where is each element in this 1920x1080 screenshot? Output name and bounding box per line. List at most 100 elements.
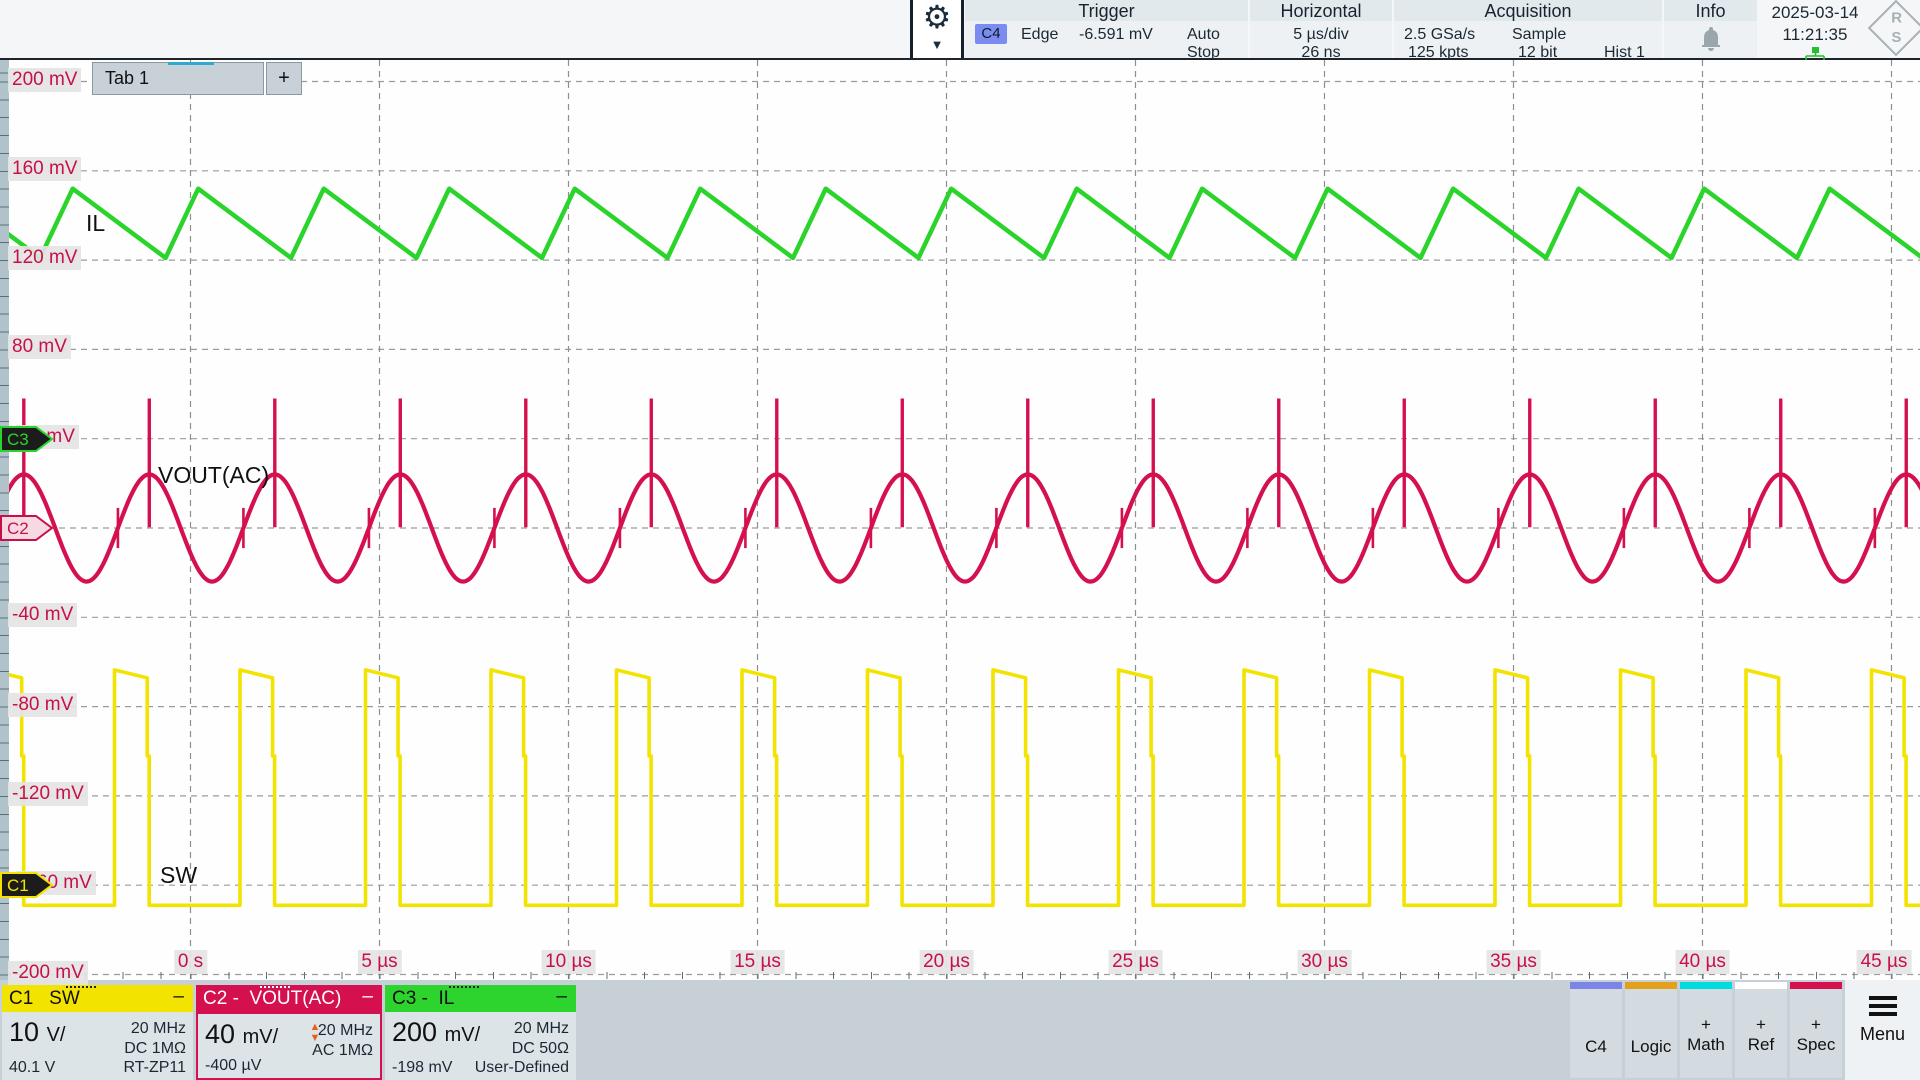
x-axis-label: 35 µs — [1486, 950, 1541, 974]
acquisition-section[interactable]: Acquisition 2.5 GSa/s Sample 125 kpts 12… — [1394, 0, 1662, 58]
time-label: 11:21:35 — [1759, 25, 1871, 45]
sample-rate: 2.5 GSa/s — [1404, 26, 1475, 44]
add-math-button[interactable]: +Math — [1680, 982, 1732, 1078]
c3-scale-value: 200 — [392, 1017, 437, 1047]
channel-c1-header[interactable]: C1 SW – — [2, 985, 193, 1012]
minimize-icon[interactable]: – — [362, 983, 373, 1010]
add-ref-button[interactable]: +Ref — [1735, 982, 1787, 1078]
x-axis-label: 10 µs — [541, 950, 596, 974]
waveform-display[interactable]: 200 mV160 mV120 mV80 mV40 mV-40 mV-80 mV… — [0, 60, 1920, 980]
top-status-bar: ⚙ ▼ Trigger C4 Edge -6.591 mV Auto Stop … — [0, 0, 1920, 60]
channel-c3-header[interactable]: C3 - IL – — [385, 985, 576, 1012]
tab-bar: Tab 1 + — [92, 62, 302, 95]
c4-color-strip — [1570, 982, 1622, 989]
acquisition-mode: Sample — [1512, 26, 1566, 44]
bell-icon[interactable] — [1699, 25, 1723, 53]
c1-offset: 40.1 V — [9, 1059, 55, 1077]
logic-color-strip — [1625, 982, 1677, 989]
y-axis-label: -80 mV — [8, 693, 77, 717]
c3-offset: -198 mV — [392, 1059, 452, 1077]
svg-text:C3: C3 — [7, 430, 29, 449]
x-axis-label: 40 µs — [1675, 950, 1730, 974]
y-axis-label: 200 mV — [8, 68, 81, 92]
x-axis-label: 30 µs — [1297, 950, 1352, 974]
plus-icon: + — [278, 67, 290, 89]
y-axis-label: -120 mV — [8, 782, 88, 806]
math-color-strip — [1680, 982, 1732, 989]
minimize-icon[interactable]: – — [173, 983, 184, 1010]
c3-probe: User-Defined — [475, 1059, 569, 1077]
channel-marker-c3[interactable]: C3 — [0, 426, 56, 457]
channel-c3-body[interactable]: 200 mV/ 20 MHz DC 50Ω -198 mV User-Defin… — [385, 1012, 576, 1080]
logic-button[interactable]: Logic — [1625, 982, 1677, 1078]
channel-tile-c1[interactable]: C1 SW – 10 V/ 20 MHz DC 1MΩ 40.1 V RT-ZP… — [2, 985, 193, 1080]
active-tab-indicator — [168, 62, 214, 65]
horizontal-title: Horizontal — [1250, 0, 1392, 21]
c1-coupling: DC 1MΩ — [124, 1040, 186, 1057]
channel-c3-name: IL — [438, 988, 454, 1009]
trace-style-dots — [66, 986, 96, 988]
waveform-canvas — [0, 60, 1920, 980]
trace-style-dots — [260, 986, 290, 988]
trigger-source-badge[interactable]: C4 — [975, 24, 1007, 44]
c2-marker-arrow[interactable]: C2 — [0, 515, 56, 541]
info-section[interactable]: Info — [1664, 0, 1757, 58]
y-axis-label: 80 mV — [8, 335, 71, 359]
channel-c2-name: VOUT(AC) — [249, 988, 341, 1009]
channel-marker-c2[interactable]: C2 — [0, 515, 56, 546]
channel-c2-id: C2 — [203, 988, 227, 1009]
trigger-section[interactable]: Trigger C4 Edge -6.591 mV Auto Stop — [965, 0, 1248, 58]
c2-coupling: AC 1MΩ — [312, 1042, 373, 1059]
horizontal-section[interactable]: Horizontal 5 µs/div 26 ns — [1250, 0, 1392, 58]
y-axis-label: 160 mV — [8, 157, 81, 181]
trigger-level: -6.591 mV — [1079, 26, 1153, 44]
settings-button[interactable]: ⚙ ▼ — [910, 0, 964, 58]
horizontal-scale: 5 µs/div — [1250, 26, 1392, 44]
plus-icon: + — [1680, 989, 1732, 1035]
y-axis-label: 120 mV — [8, 246, 81, 270]
rohde-schwarz-logo: RS — [1868, 0, 1920, 56]
gear-icon[interactable]: ⚙ — [913, 0, 961, 34]
spec-color-strip — [1790, 982, 1842, 989]
add-spec-button[interactable]: +Spec — [1790, 982, 1842, 1078]
c1-probe: RT-ZP11 — [123, 1059, 186, 1077]
c2-scale-value: 40 — [205, 1019, 235, 1049]
channel-c1-name: SW — [49, 988, 80, 1009]
channel-c1-body[interactable]: 10 V/ 20 MHz DC 1MΩ 40.1 V RT-ZP11 — [2, 1012, 193, 1080]
plus-icon: + — [1790, 989, 1842, 1035]
channel-c2-body[interactable]: 40 mV/ ▲ ▼ 20 MHz AC 1MΩ -400 µV — [196, 1012, 382, 1080]
channel-tile-c3[interactable]: C3 - IL – 200 mV/ 20 MHz DC 50Ω -198 mV … — [385, 985, 576, 1080]
chevron-down-icon[interactable]: ▼ — [913, 40, 961, 50]
x-axis-label: 25 µs — [1108, 950, 1163, 974]
c1-marker-arrow[interactable]: C1 — [0, 872, 56, 898]
c1-scale-unit: V/ — [47, 1024, 66, 1046]
info-title: Info — [1664, 0, 1757, 21]
c4-button[interactable]: C4 — [1570, 982, 1622, 1078]
svg-text:C1: C1 — [7, 876, 29, 895]
channel-tile-c2[interactable]: C2 - VOUT(AC) – 40 mV/ ▲ ▼ 20 MHz AC 1MΩ… — [196, 985, 382, 1080]
x-axis-label: 0 s — [174, 950, 207, 974]
c2-offset: -400 µV — [205, 1057, 261, 1075]
x-axis-label: 5 µs — [357, 950, 401, 974]
tab-1-label: Tab 1 — [105, 68, 149, 88]
trace-label-il: IL — [86, 210, 105, 237]
c3-marker-arrow[interactable]: C3 — [0, 426, 56, 452]
x-axis-label: 45 µs — [1857, 950, 1912, 974]
channel-c3-id: C3 — [392, 988, 416, 1009]
menu-label: Menu — [1845, 1024, 1920, 1045]
menu-button[interactable]: Menu — [1845, 980, 1920, 1080]
c2-dash: - — [233, 988, 239, 1009]
channel-marker-c1[interactable]: C1 — [0, 872, 56, 903]
channel-c2-header[interactable]: C2 - VOUT(AC) – — [196, 985, 382, 1012]
c2-scale-unit: mV/ — [243, 1026, 279, 1048]
date-label: 2025-03-14 — [1759, 3, 1871, 23]
plus-icon: + — [1735, 989, 1787, 1035]
trigger-title: Trigger — [965, 0, 1248, 21]
minimize-icon[interactable]: – — [556, 983, 567, 1010]
trigger-mode: Auto — [1187, 26, 1220, 44]
ref-color-strip — [1735, 982, 1787, 989]
menu-icon — [1869, 996, 1897, 1000]
trace-label-sw: SW — [160, 862, 197, 889]
add-tab-button[interactable]: + — [266, 62, 302, 95]
tab-1[interactable]: Tab 1 — [92, 62, 264, 95]
